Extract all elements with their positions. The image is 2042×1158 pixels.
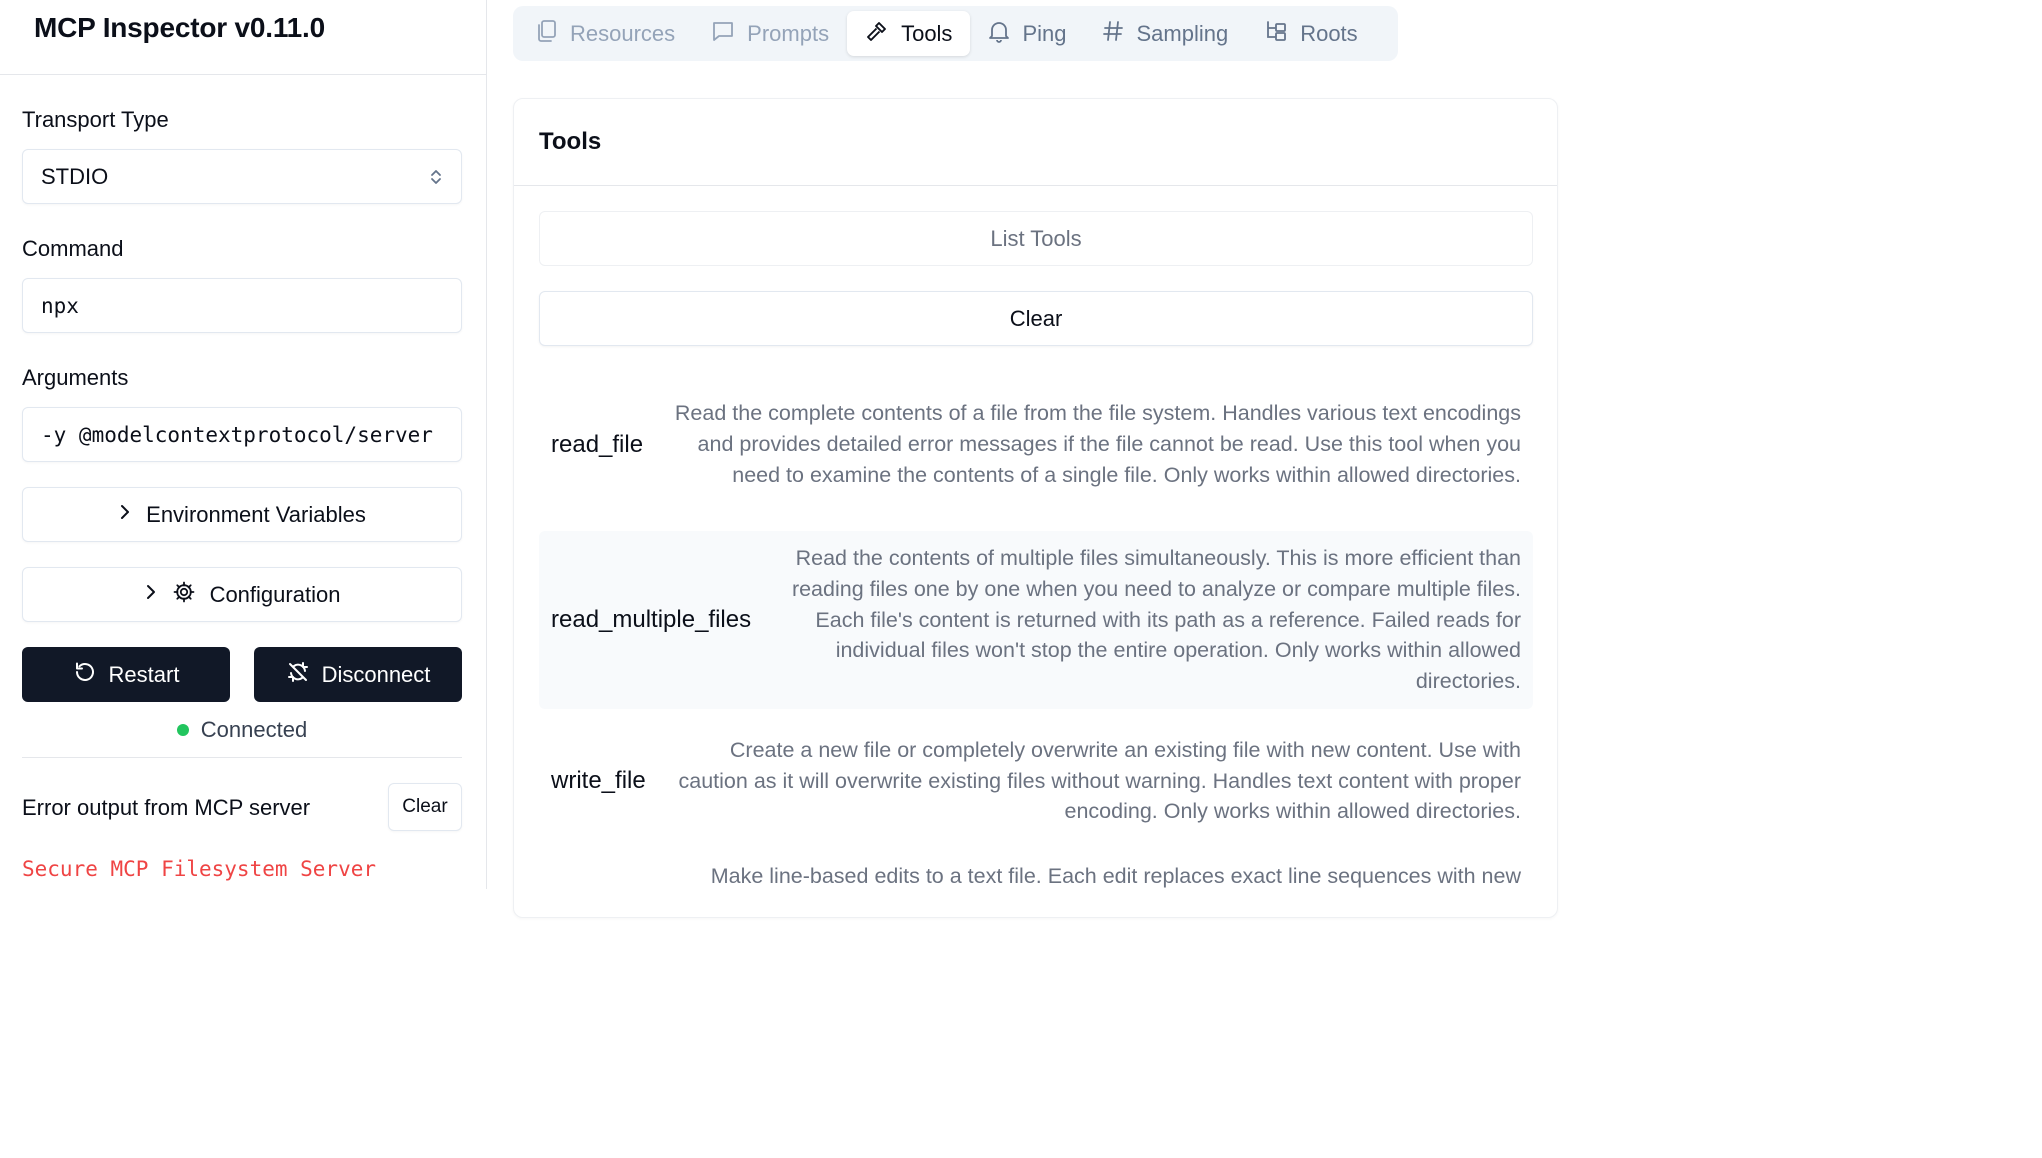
restart-label: Restart [108, 661, 180, 687]
chevron-right-icon [144, 582, 158, 608]
transport-type-label: Transport Type [22, 107, 169, 132]
tool-item-read-multiple-files[interactable]: read_multiple_files Read the contents of… [539, 531, 1533, 709]
restart-button[interactable]: Restart [22, 647, 230, 702]
tab-resources[interactable]: Resources [518, 11, 693, 56]
tool-item-write-file[interactable]: write_file Create a new file or complete… [539, 731, 1533, 831]
tab-roots-label: Roots [1300, 20, 1358, 46]
tool-item-read-file[interactable]: read_file Read the complete contents of … [539, 381, 1533, 508]
tool-description: Read the complete contents of a file fro… [674, 401, 1521, 487]
tool-name: read_multiple_files [551, 606, 752, 633]
tab-resources-label: Resources [570, 20, 676, 46]
tool-name: write_file [551, 767, 646, 794]
chevron-right-icon [118, 502, 132, 528]
hash-icon [1102, 19, 1124, 49]
list-tools-button[interactable]: List Tools [539, 211, 1533, 266]
connection-status: Connected [22, 715, 462, 745]
files-icon [536, 19, 558, 49]
tab-tools[interactable]: Tools [847, 11, 971, 56]
tool-description: Read the contents of multiple files simu… [791, 546, 1521, 694]
tab-prompts[interactable]: Prompts [693, 11, 847, 56]
arguments-input[interactable]: -y @modelcontextprotocol/server [22, 407, 462, 462]
tools-card: Tools List Tools Clear read_file Read th… [513, 98, 1558, 918]
tab-sampling[interactable]: Sampling [1084, 11, 1246, 56]
tool-description: Make line-based edits to a text file. Ea… [710, 864, 1521, 888]
configuration-button[interactable]: Configuration [22, 567, 462, 622]
clear-error-output-button[interactable]: Clear [388, 783, 462, 831]
command-label: Command [22, 236, 124, 261]
message-icon [711, 19, 735, 49]
transport-type-value: STDIO [41, 163, 109, 189]
disconnect-label: Disconnect [321, 661, 431, 687]
tool-description: Create a new file or completely overwrit… [678, 737, 1521, 824]
environment-variables-button[interactable]: Environment Variables [22, 487, 462, 542]
tab-sampling-label: Sampling [1136, 20, 1229, 46]
command-input[interactable]: npx [22, 278, 462, 333]
status-dot-icon [176, 724, 189, 736]
sidebar-header: MCP Inspector v0.11.0 [0, 0, 486, 75]
tab-prompts-label: Prompts [747, 20, 830, 46]
gear-icon [172, 580, 196, 610]
main-tabs: Resources Prompts Tools Ping Sampling Ro… [513, 6, 1398, 61]
tab-tools-label: Tools [901, 20, 953, 46]
error-output-title: Error output from MCP server [22, 795, 311, 820]
clear-tools-button[interactable]: Clear [539, 291, 1533, 346]
sidebar: MCP Inspector v0.11.0 Transport Type STD… [0, 0, 487, 889]
chevrons-up-down-icon [429, 167, 443, 187]
configuration-label: Configuration [209, 581, 341, 607]
app-title: MCP Inspector v0.11.0 [34, 12, 325, 43]
transport-type-select[interactable]: STDIO [22, 149, 462, 204]
tool-name: read_file [551, 430, 644, 458]
divider [22, 757, 462, 758]
tools-title: Tools [539, 128, 602, 155]
tab-roots[interactable]: Roots [1246, 11, 1375, 56]
tab-ping-label: Ping [1022, 20, 1067, 46]
disconnect-button[interactable]: Disconnect [254, 647, 462, 702]
unplug-icon [286, 660, 310, 690]
hammer-icon [865, 19, 889, 49]
rotate-ccw-icon [73, 660, 97, 690]
app-root: MCP Inspector v0.11.0 Transport Type STD… [0, 0, 1561, 918]
folder-tree-icon [1264, 19, 1288, 49]
bell-icon [988, 19, 1010, 49]
environment-variables-label: Environment Variables [146, 501, 366, 527]
tool-item-edit-file[interactable]: edit_file Make line-based edits to a tex… [539, 861, 1533, 921]
arguments-label: Arguments [22, 365, 129, 390]
tab-ping[interactable]: Ping [970, 11, 1084, 56]
error-output-text: Secure MCP Filesystem Server [22, 857, 377, 881]
connection-status-text: Connected [200, 717, 308, 742]
tools-card-header: Tools [514, 99, 1557, 186]
